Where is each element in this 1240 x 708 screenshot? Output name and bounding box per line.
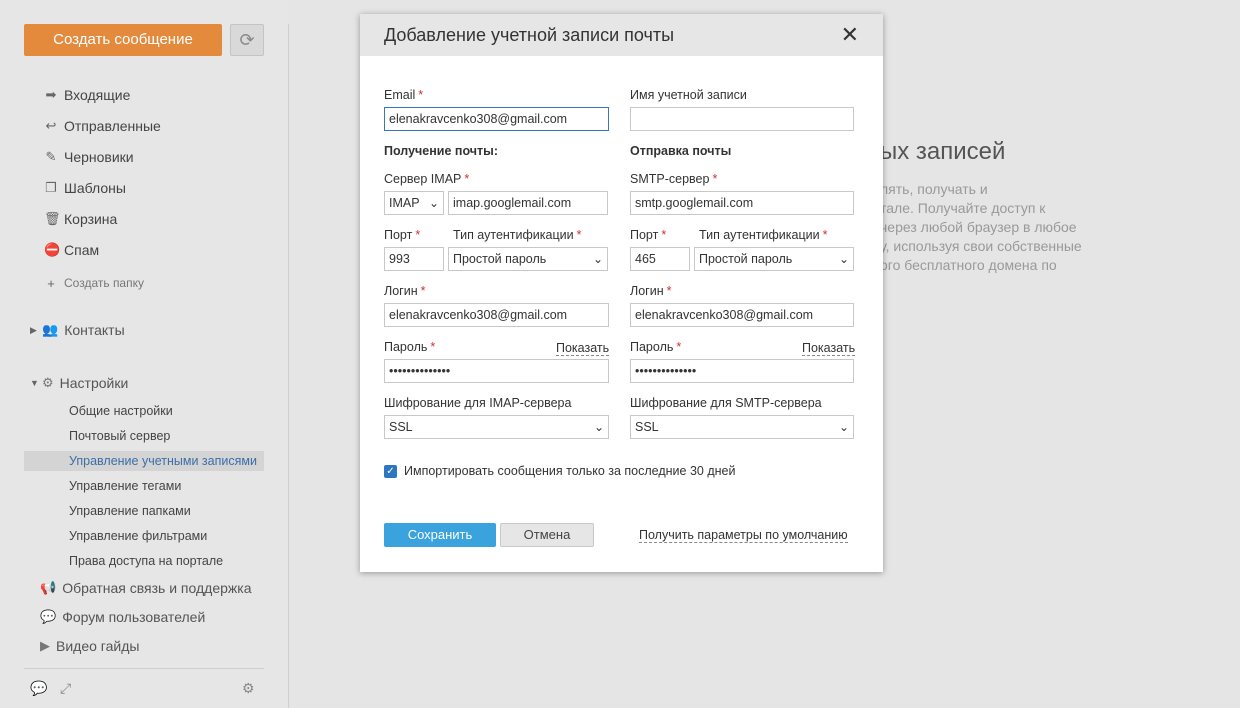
caret-right-icon: ▶ [30, 324, 37, 335]
caret-down-icon: ▼ [30, 378, 39, 388]
email-label: Email * [384, 88, 424, 102]
cancel-button[interactable]: Отмена [500, 523, 594, 547]
protocol-select[interactable]: IMAP ⌄ [384, 191, 444, 215]
smtp-port-input[interactable]: 465 [630, 247, 690, 271]
create-folder-link[interactable]: + Создать папку [44, 273, 144, 293]
incoming-heading: Получение почты: [384, 144, 498, 158]
video-icon: ▶ [40, 638, 50, 653]
imap-server-input[interactable]: imap.googlemail.com [448, 191, 608, 215]
smtp-encryption-label: Шифрование для SMTP-сервера [630, 396, 822, 410]
smtp-login-label: Логин * [630, 284, 672, 298]
chevron-down-icon: ⌄ [838, 252, 849, 266]
forum-link[interactable]: 💬 Форум пользователей [40, 607, 205, 627]
settings-accounts[interactable]: Управление учетными записями [24, 451, 264, 471]
smtp-auth-label: Тип аутентификации * [699, 228, 828, 242]
settings-tags[interactable]: Управление тегами [69, 476, 181, 496]
sidebar: Создать сообщение ⟳ ➡ Входящие ↩ Отправлен… [0, 0, 288, 708]
refresh-icon: ⟳ [239, 29, 255, 50]
add-account-dialog: Добавление учетной записи почты ✕ Email *… [360, 14, 883, 572]
imap-encryption-label: Шифрование для IMAP-сервера [384, 396, 572, 410]
imap-show-password-link[interactable]: Показать [556, 341, 610, 356]
chevron-down-icon: ⌄ [428, 196, 439, 210]
video-guides-link[interactable]: ▶ Видео гайды [40, 636, 139, 656]
chat-icon: 💬 [40, 609, 57, 624]
folder-trash[interactable]: 🗑 Корзина [44, 209, 117, 229]
settings-section[interactable]: ▼ ⚙ Настройки [30, 373, 128, 393]
smtp-port-label: Порт * [630, 228, 667, 242]
folder-spam[interactable]: ⛔ Спам [44, 240, 99, 260]
plus-icon: + [47, 275, 55, 291]
folder-inbox[interactable]: ➡ Входящие [44, 85, 131, 105]
contacts-icon: 👥 [42, 322, 59, 337]
divider [24, 668, 264, 669]
settings-access-rights[interactable]: Права доступа на портале [69, 551, 223, 571]
refresh-button[interactable]: ⟳ [230, 24, 264, 56]
vertical-divider [288, 24, 289, 708]
outgoing-heading: Отправка почты [630, 144, 732, 158]
account-name-label: Имя учетной записи [630, 88, 747, 102]
smtp-show-password-link[interactable]: Показать [802, 341, 856, 356]
smtp-auth-select[interactable]: Простой пароль ⌄ [694, 247, 854, 271]
smtp-server-label: SMTP-сервер * [630, 172, 718, 186]
import-checkbox-label[interactable]: Импортировать сообщения только за послед… [404, 464, 735, 478]
save-button[interactable]: Сохранить [384, 523, 496, 547]
gear-icon: ⚙ [42, 375, 54, 390]
gear-icon[interactable]: ⚙ [242, 680, 255, 697]
account-name-input[interactable] [630, 107, 854, 131]
import-checkbox[interactable]: ✓ [384, 465, 397, 478]
reply-icon: ↩ [45, 118, 57, 133]
chevron-down-icon: ⌄ [593, 420, 604, 434]
imap-auth-select[interactable]: Простой пароль ⌄ [448, 247, 608, 271]
spam-icon: ⛔ [44, 242, 61, 257]
close-icon[interactable]: ✕ [841, 24, 859, 46]
imap-port-input[interactable]: 993 [384, 247, 444, 271]
imap-auth-label: Тип аутентификации * [453, 228, 582, 242]
email-input[interactable]: elenakravcenko308@gmail.com [384, 107, 609, 131]
settings-mail-server[interactable]: Почтовый сервер [69, 426, 170, 446]
imap-password-input[interactable]: •••••••••••••• [384, 359, 609, 383]
imap-port-label: Порт * [384, 228, 421, 242]
background-text: лять, получать и тале. Получайте доступ … [880, 181, 1082, 273]
edit-icon: ✎ [45, 149, 57, 164]
smtp-login-input[interactable]: elenakravcenko308@gmail.com [630, 303, 854, 327]
expand-icon[interactable]: ⤢ [60, 680, 71, 697]
dialog-title: Добавление учетной записи почты [360, 14, 883, 56]
smtp-server-input[interactable]: smtp.googlemail.com [630, 191, 854, 215]
compose-button[interactable]: Создать сообщение [24, 24, 222, 56]
chat-bubble-icon[interactable]: 💬 [30, 680, 47, 697]
trash-icon: 🗑 [44, 211, 61, 226]
imap-login-label: Логин * [384, 284, 426, 298]
copy-icon: ❐ [45, 180, 57, 195]
feedback-link[interactable]: 📢 Обратная связь и поддержка [40, 578, 252, 598]
get-defaults-link[interactable]: Получить параметры по умолчанию [639, 528, 848, 543]
chevron-down-icon: ⌄ [838, 420, 849, 434]
contacts-section[interactable]: ▶ 👥 Контакты [30, 320, 125, 340]
imap-password-label: Пароль * [384, 340, 436, 354]
megaphone-icon: 📢 [40, 580, 57, 595]
folder-templates[interactable]: ❐ Шаблоны [44, 178, 126, 198]
settings-filters[interactable]: Управление фильтрами [69, 526, 207, 546]
background-title: ых записей [880, 138, 1006, 165]
folder-sent[interactable]: ↩ Отправленные [44, 116, 161, 136]
imap-server-label: Сервер IMAP * [384, 172, 470, 186]
chevron-down-icon: ⌄ [592, 252, 603, 266]
smtp-password-label: Пароль * [630, 340, 682, 354]
inbox-arrow-icon: ➡ [45, 87, 57, 102]
settings-folders[interactable]: Управление папками [69, 501, 191, 521]
imap-login-input[interactable]: elenakravcenko308@gmail.com [384, 303, 609, 327]
settings-general[interactable]: Общие настройки [69, 401, 173, 421]
folder-drafts[interactable]: ✎ Черновики [44, 147, 134, 167]
smtp-password-input[interactable]: •••••••••••••• [630, 359, 854, 383]
imap-encryption-select[interactable]: SSL ⌄ [384, 415, 609, 439]
smtp-encryption-select[interactable]: SSL ⌄ [630, 415, 854, 439]
